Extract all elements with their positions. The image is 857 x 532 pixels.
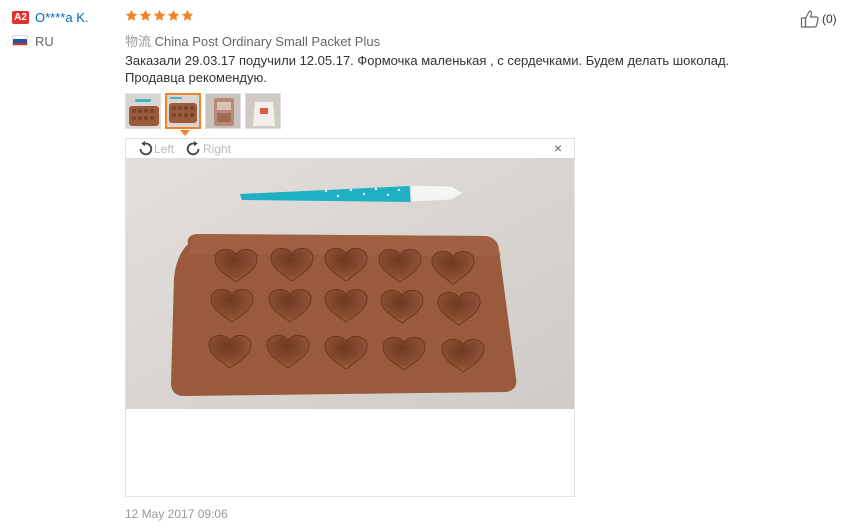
rotate-right-icon	[186, 140, 200, 156]
selected-thumbnail-pointer	[180, 130, 190, 136]
chocolate-mold	[171, 234, 517, 396]
star-rating	[125, 9, 194, 22]
review-photo	[126, 158, 574, 409]
package-icon	[206, 94, 240, 128]
buyer-level-badge: A2	[12, 11, 29, 24]
review-date: 12 May 2017 09:06	[125, 507, 228, 521]
helpful-count: (0)	[822, 12, 837, 26]
star-icon	[125, 9, 138, 21]
bag-icon	[246, 94, 280, 128]
helpful-button[interactable]: (0)	[800, 9, 837, 29]
photo-thumbnail[interactable]	[205, 93, 241, 129]
star-icon	[167, 9, 180, 21]
mold-with-pen-icon	[126, 94, 160, 128]
photo-thumbnail[interactable]	[245, 93, 281, 129]
reviewer-name[interactable]: O****a K.	[35, 10, 88, 25]
shipping-label: 物流	[125, 34, 152, 49]
thumbs-up-icon	[800, 10, 819, 28]
rotate-right-button[interactable]: Right	[185, 140, 231, 158]
rotate-left-label: Left	[154, 142, 175, 156]
star-icon	[181, 9, 194, 21]
close-icon[interactable]: ×	[554, 141, 562, 155]
mold-closeup-icon	[167, 95, 199, 127]
reviewer-country: RU	[35, 34, 54, 49]
photo-thumbnail[interactable]	[125, 93, 161, 129]
photo-viewer: Left Right ×	[125, 138, 575, 497]
shipping-method: China Post Ordinary Small Packet Plus	[154, 34, 381, 49]
star-icon	[153, 9, 166, 21]
viewer-toolbar: Left Right ×	[126, 139, 574, 158]
shipping-info: 物流 China Post Ordinary Small Packet Plus	[125, 31, 380, 50]
rotate-left-button[interactable]: Left	[136, 140, 174, 158]
rotate-right-label: Right	[203, 142, 232, 156]
review-text: Заказали 29.03.17 подучили 12.05.17. Фор…	[125, 53, 730, 85]
star-icon	[139, 9, 152, 21]
photo-thumbnails	[125, 93, 281, 129]
russia-flag-icon	[12, 35, 28, 46]
photo-thumbnail-selected[interactable]	[165, 93, 201, 129]
rotate-left-icon	[139, 140, 153, 156]
